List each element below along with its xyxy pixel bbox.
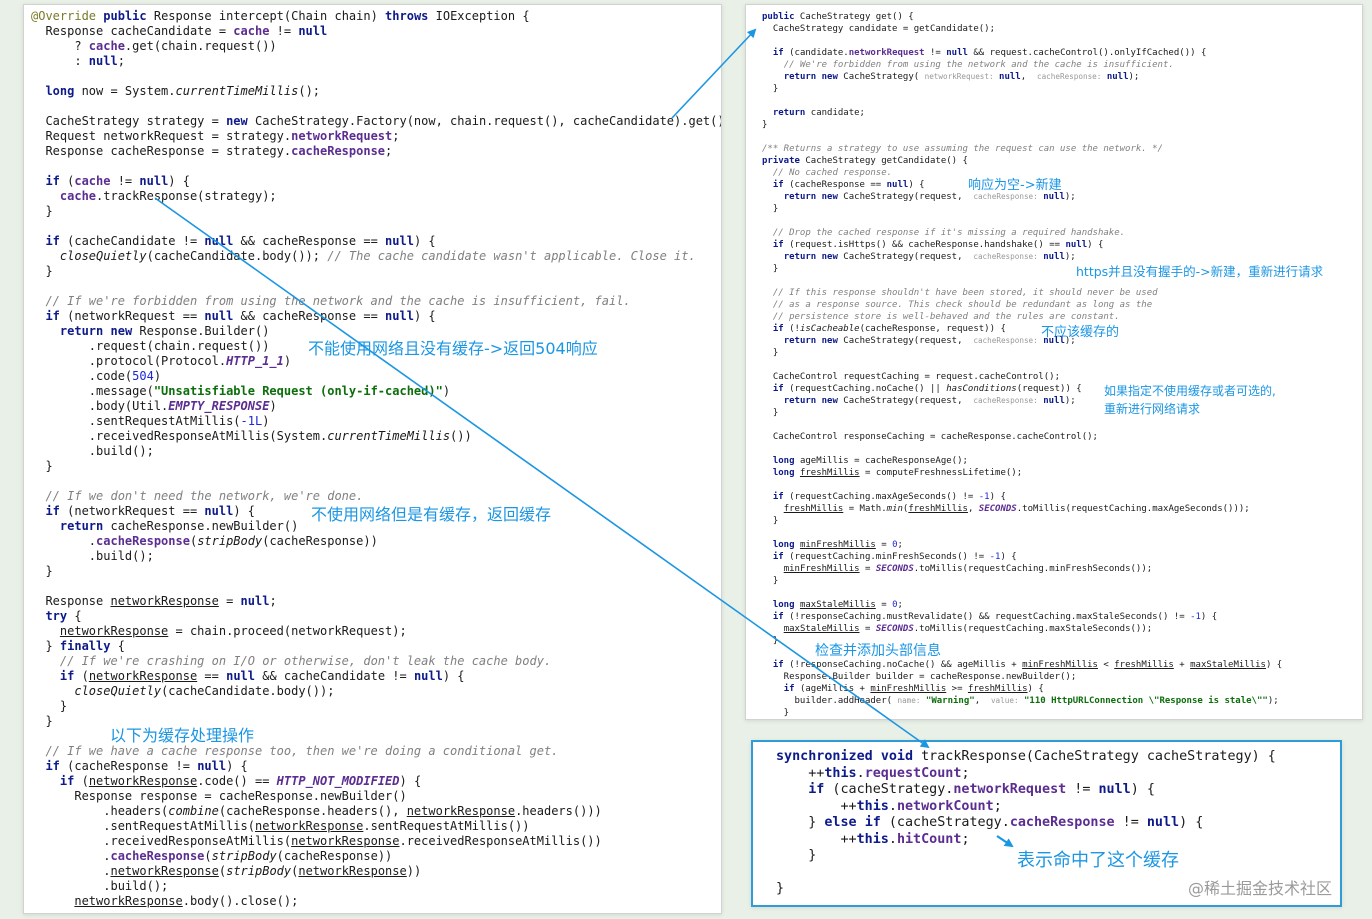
- watermark: @稀土掘金技术社区: [1188, 879, 1333, 898]
- annotation-no-cache-line2: 重新进行网络请求: [1104, 402, 1201, 416]
- annotation-resp-null: 响应为空->新建: [968, 178, 1062, 193]
- annotation-no-network-no-cache: 不能使用网络且没有缓存->返回504响应: [308, 339, 598, 358]
- intercept-code-panel: @Override public Response intercept(Chai…: [23, 4, 722, 914]
- annotation-cache-ops: 以下为缓存处理操作: [110, 726, 255, 745]
- annotation-not-cacheable: 不应该缓存的: [1041, 325, 1120, 340]
- annotation-hit-cache: 表示命中了这个缓存: [1017, 850, 1179, 871]
- annotation-no-network-has-cache: 不使用网络但是有缓存，返回缓存: [311, 505, 552, 524]
- cache-strategy-code: public CacheStrategy get() { CacheStrate…: [762, 12, 1283, 718]
- cache-strategy-code-panel: public CacheStrategy get() { CacheStrate…: [745, 4, 1363, 720]
- annotation-no-cache-line1: 如果指定不使用缓存或者可选的,: [1104, 384, 1276, 398]
- annotation-check-headers: 检查并添加头部信息: [815, 643, 941, 659]
- annotation-https-no-handshake: https并且没有握手的->新建，重新进行请求: [1076, 264, 1324, 279]
- intercept-code: @Override public Response intercept(Chai…: [31, 9, 722, 908]
